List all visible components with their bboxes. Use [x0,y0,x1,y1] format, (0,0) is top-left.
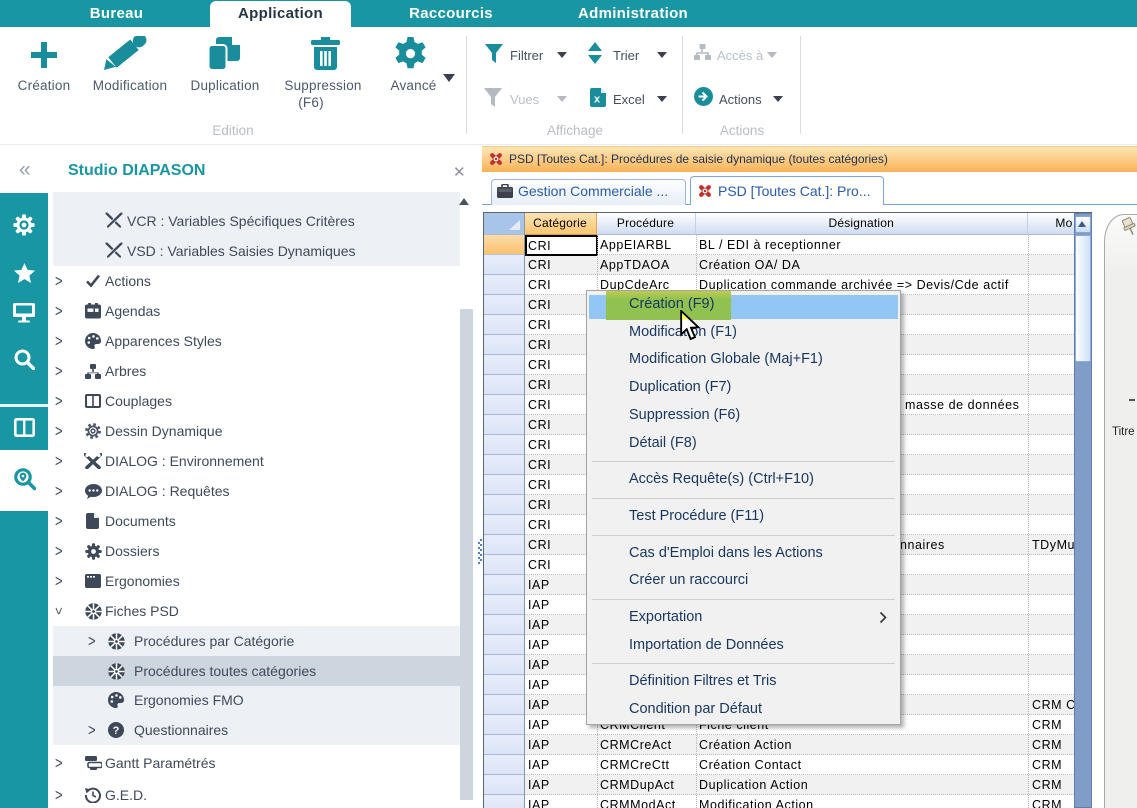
svg-text:x: x [594,94,601,106]
svg-text:?: ? [113,725,120,737]
